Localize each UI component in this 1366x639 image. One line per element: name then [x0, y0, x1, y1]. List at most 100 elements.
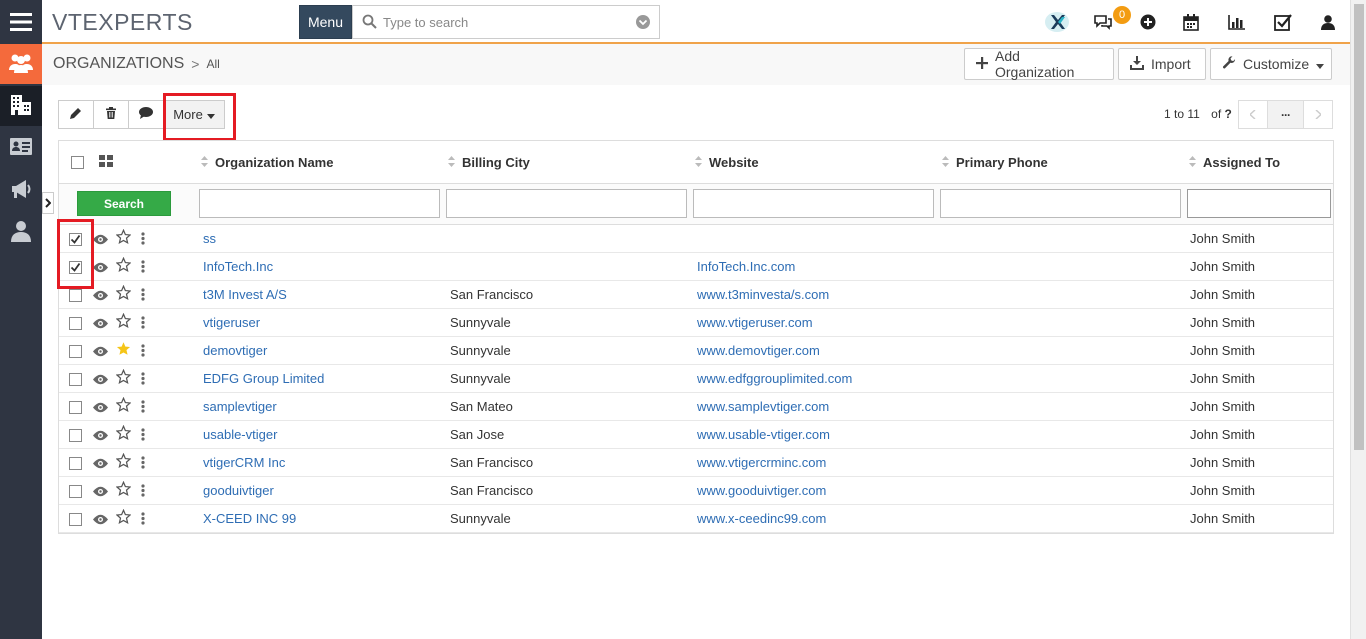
column-header-billing-city[interactable]: Billing City [448, 141, 530, 183]
website-link[interactable]: www.usable-vtiger.com [697, 427, 830, 442]
star-icon[interactable] [115, 284, 132, 303]
filter-website-input[interactable] [693, 189, 934, 218]
column-chooser-grid-icon[interactable] [99, 154, 113, 170]
breadcrumb-module[interactable]: ORGANIZATIONS [53, 55, 184, 73]
sidebar-item-users[interactable] [0, 212, 42, 252]
table-row[interactable]: vtigerCRM Inc San Francisco www.vtigercrmi… [59, 449, 1333, 477]
row-checkbox[interactable] [69, 457, 82, 470]
more-vertical-icon[interactable] [141, 512, 145, 528]
row-checkbox[interactable] [69, 373, 82, 386]
organization-name-link[interactable]: vtigerCRM Inc [203, 455, 285, 470]
table-row[interactable]: InfoTech.Inc InfoTech.Inc.com John Smith [59, 253, 1333, 281]
sidebar-item-contacts[interactable] [0, 44, 42, 84]
column-header-assigned-to[interactable]: Assigned To [1189, 141, 1280, 183]
add-organization-button[interactable]: Add Organization [964, 48, 1114, 80]
search-input[interactable] [383, 13, 623, 31]
more-vertical-icon[interactable] [141, 456, 145, 472]
more-vertical-icon[interactable] [141, 428, 145, 444]
star-icon[interactable] [115, 368, 132, 387]
pagination-total[interactable]: ? [1225, 107, 1232, 121]
more-vertical-icon[interactable] [141, 260, 145, 276]
table-row[interactable]: samplevtiger San Mateo www.samplevtiger.co… [59, 393, 1333, 421]
more-vertical-icon[interactable] [141, 316, 145, 332]
filter-panel-toggle[interactable] [42, 192, 54, 214]
organization-name-link[interactable]: EDFG Group Limited [203, 371, 324, 386]
table-row[interactable]: gooduivtiger San Francisco www.gooduivtige… [59, 477, 1333, 505]
page-scrollbar[interactable] [1350, 0, 1366, 639]
search-dropdown-icon[interactable] [636, 15, 650, 32]
website-link[interactable]: www.t3minvesta/s.com [697, 287, 829, 302]
vtexperts-extension-icon[interactable] [1045, 10, 1069, 34]
website-link[interactable]: www.vtigeruser.com [697, 315, 813, 330]
star-icon[interactable] [115, 424, 132, 443]
table-row[interactable]: EDFG Group Limited Sunnyvale www.edfggroup… [59, 365, 1333, 393]
scrollbar-thumb[interactable] [1354, 4, 1364, 450]
organization-name-link[interactable]: usable-vtiger [203, 427, 277, 442]
table-row[interactable]: X-CEED INC 99 Sunnyvale www.x-ceedinc99.co… [59, 505, 1333, 533]
row-checkbox[interactable] [69, 513, 82, 526]
sidebar-item-organizations[interactable] [0, 86, 42, 126]
column-header-primary-phone[interactable]: Primary Phone [942, 141, 1048, 183]
star-filled-icon[interactable] [116, 341, 131, 359]
organization-name-link[interactable]: demovtiger [203, 343, 267, 358]
website-link[interactable]: www.samplevtiger.com [697, 399, 829, 414]
filter-organization-name-input[interactable] [199, 189, 440, 218]
more-vertical-icon[interactable] [141, 288, 145, 304]
filter-billing-city-input[interactable] [446, 189, 687, 218]
quick-create-plus-icon[interactable] [1136, 10, 1160, 34]
row-checkbox[interactable] [69, 485, 82, 498]
user-profile-icon[interactable] [1316, 10, 1340, 34]
row-checkbox[interactable] [69, 317, 82, 330]
more-vertical-icon[interactable] [141, 484, 145, 500]
app-logo[interactable]: VTEXPERTS [52, 9, 193, 36]
tasks-checkbox-icon[interactable] [1271, 10, 1295, 34]
organization-name-link[interactable]: gooduivtiger [203, 483, 274, 498]
eye-icon[interactable] [93, 373, 108, 388]
star-icon[interactable] [115, 480, 132, 499]
sidebar-item-marketing[interactable] [0, 170, 42, 210]
website-link[interactable]: www.vtigercrminc.com [697, 455, 826, 470]
eye-icon[interactable] [93, 233, 108, 248]
column-header-organization-name[interactable]: Organization Name [201, 141, 333, 183]
organization-name-link[interactable]: vtigeruser [203, 315, 260, 330]
star-icon[interactable] [115, 396, 132, 415]
more-vertical-icon[interactable] [141, 400, 145, 416]
organization-name-link[interactable]: X-CEED INC 99 [203, 511, 296, 526]
delete-button[interactable] [93, 100, 129, 129]
more-vertical-icon[interactable] [141, 372, 145, 388]
calendar-icon[interactable] [1179, 10, 1203, 34]
filter-primary-phone-input[interactable] [940, 189, 1181, 218]
hamburger-menu-icon[interactable] [0, 2, 42, 42]
next-page-button[interactable] [1303, 100, 1333, 129]
table-row[interactable]: t3M Invest A/S San Francisco www.t3minvest… [59, 281, 1333, 309]
eye-icon[interactable] [93, 345, 108, 360]
eye-icon[interactable] [93, 485, 108, 500]
filter-assigned-to-input[interactable] [1187, 189, 1331, 218]
table-row[interactable]: usable-vtiger San Jose www.usable-vtiger.c… [59, 421, 1333, 449]
eye-icon[interactable] [93, 457, 108, 472]
row-checkbox[interactable] [69, 429, 82, 442]
star-icon[interactable] [115, 452, 132, 471]
star-icon[interactable] [115, 312, 132, 331]
organization-name-link[interactable]: InfoTech.Inc [203, 259, 273, 274]
eye-icon[interactable] [93, 261, 108, 276]
select-all-checkbox[interactable] [71, 155, 84, 169]
menu-button[interactable]: Menu [299, 5, 352, 39]
website-link[interactable]: www.demovtiger.com [697, 343, 820, 358]
eye-icon[interactable] [93, 513, 108, 528]
comment-button[interactable] [128, 100, 164, 129]
filter-search-button[interactable]: Search [77, 191, 171, 216]
organization-name-link[interactable]: samplevtiger [203, 399, 277, 414]
website-link[interactable]: www.x-ceedinc99.com [697, 511, 826, 526]
page-jump-button[interactable]: ··· [1267, 100, 1304, 129]
star-icon[interactable] [115, 256, 132, 275]
breadcrumb-filter[interactable]: All [206, 57, 219, 71]
table-row[interactable]: demovtiger Sunnyvale www.demovtiger.com Joh… [59, 337, 1333, 365]
table-row[interactable]: vtigeruser Sunnyvale www.vtigeruser.com Joh… [59, 309, 1333, 337]
edit-button[interactable] [58, 100, 94, 129]
organization-name-link[interactable]: t3M Invest A/S [203, 287, 287, 302]
organization-name-link[interactable]: ss [203, 231, 216, 246]
chat-bubbles-icon[interactable] [1091, 10, 1115, 34]
row-checkbox[interactable] [69, 401, 82, 414]
website-link[interactable]: www.gooduivtiger.com [697, 483, 826, 498]
